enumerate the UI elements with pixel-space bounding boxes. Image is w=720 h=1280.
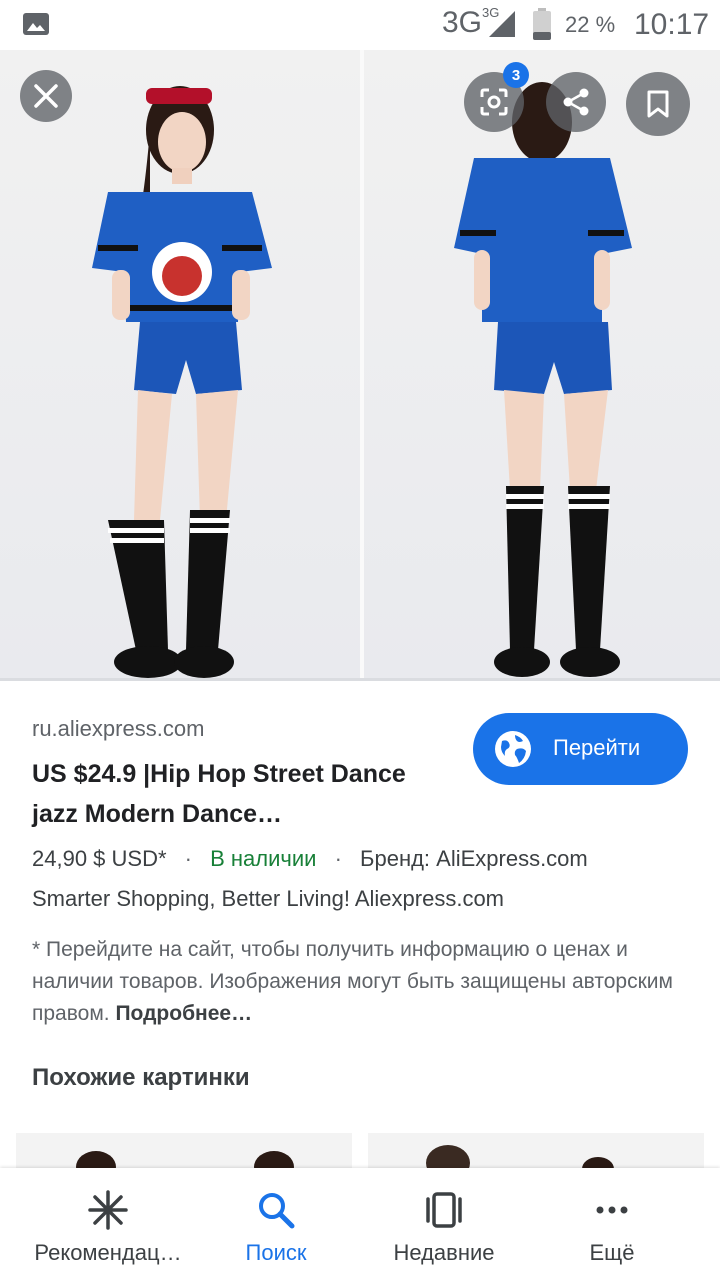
status-bar: 3G3G 22 % 10:17	[0, 0, 720, 50]
nav-recent-label: Недавние	[393, 1240, 495, 1265]
more-link[interactable]: Подробнее…	[115, 1002, 252, 1025]
similar-image-thumbnail[interactable]	[368, 1133, 704, 1173]
availability-status: В наличии	[210, 846, 317, 871]
product-meta: 24,90 $ USD* · В наличии · Бренд: AliExp…	[32, 846, 588, 872]
share-icon	[563, 88, 589, 116]
close-button[interactable]	[20, 70, 72, 122]
product-photo-back[interactable]	[364, 50, 720, 678]
lens-badge-count: 3	[503, 62, 529, 88]
similar-image-thumbnail[interactable]	[16, 1133, 352, 1173]
recent-tabs-icon	[426, 1192, 462, 1228]
brand: Бренд: AliExpress.com	[360, 846, 588, 871]
result-title-line1: US $24.9 |Hip Hop Street Dance	[32, 760, 406, 788]
nav-recent[interactable]: Недавние	[374, 1168, 514, 1280]
bookmark-button[interactable]	[626, 72, 690, 136]
gallery-notification-icon	[23, 13, 49, 35]
visit-button[interactable]: Перейти	[473, 713, 688, 785]
copyright-disclaimer: * Перейдите на сайт, чтобы получить инфо…	[32, 934, 682, 1030]
asterisk-icon	[88, 1190, 128, 1230]
lens-icon	[480, 88, 508, 116]
similar-thumbnail-art	[76, 1151, 294, 1173]
separator-dot: ·	[184, 846, 192, 871]
signal-icon	[489, 11, 515, 37]
share-button[interactable]	[546, 72, 606, 132]
nav-more[interactable]: Ещё	[560, 1168, 664, 1280]
site-tagline: Smarter Shopping, Better Living! Aliexpr…	[32, 886, 505, 911]
clock: 10:17	[634, 8, 710, 41]
result-title-line2: jazz Modern Dance…	[32, 800, 283, 828]
source-domain[interactable]: ru.aliexpress.com	[32, 716, 204, 742]
close-icon	[34, 84, 58, 108]
nav-discover-label: Рекомендац…	[34, 1240, 182, 1265]
separator-dot: ·	[334, 846, 342, 871]
battery-percent: 22 %	[565, 12, 616, 37]
visit-button-label: Перейти	[553, 735, 641, 760]
bookmark-icon	[647, 90, 669, 118]
model-front-illustration	[92, 86, 272, 678]
price: 24,90 $ USD*	[32, 846, 167, 871]
battery-icon	[533, 8, 551, 40]
product-photo-front[interactable]	[0, 50, 360, 678]
search-icon	[259, 1193, 295, 1229]
globe-icon	[495, 731, 531, 767]
nav-more-label: Ещё	[589, 1240, 635, 1265]
similar-images-heading: Похожие картинки	[32, 1064, 250, 1091]
result-title[interactable]: US $24.9 |Hip Hop Street Dance jazz Mode…	[32, 754, 462, 834]
nav-search[interactable]: Поиск	[220, 1168, 332, 1280]
bottom-navigation: Рекомендац… Поиск Недавние Ещё	[0, 1168, 720, 1280]
nav-discover[interactable]: Рекомендац…	[20, 1168, 196, 1280]
divider	[0, 678, 720, 681]
similar-thumbnail-art	[426, 1145, 614, 1173]
model-back-illustration	[454, 82, 632, 677]
image-viewer[interactable]	[0, 50, 720, 678]
more-dots-icon	[596, 1206, 628, 1214]
nav-search-label: Поиск	[245, 1240, 307, 1265]
